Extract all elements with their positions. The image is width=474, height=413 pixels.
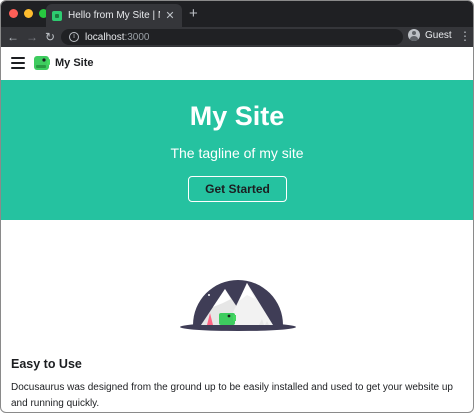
reload-icon[interactable]: ↻ — [43, 30, 57, 44]
back-arrow-icon[interactable]: ← — [6, 30, 20, 44]
profile-label: Guest — [425, 29, 452, 41]
browser-tab[interactable]: Hello from My Site | My Site ✕ — [46, 4, 182, 27]
get-started-button[interactable]: Get Started — [188, 176, 287, 202]
hero-tagline: The tagline of my site — [170, 145, 304, 161]
favicon-icon — [52, 10, 62, 21]
minimize-window-button[interactable] — [24, 9, 33, 18]
menu-icon[interactable] — [11, 57, 25, 69]
address-bar[interactable]: i localhost:3000 — [61, 29, 403, 45]
new-tab-icon[interactable]: + — [189, 6, 198, 21]
more-menu-icon[interactable]: ⋮ — [459, 29, 471, 43]
feature-description: Docusaurus was designed from the ground … — [11, 382, 453, 409]
site-logo-icon[interactable] — [33, 55, 51, 71]
mountain-dinosaur-illustration — [180, 272, 296, 331]
tab-title: Hello from My Site | My Site — [68, 10, 160, 21]
tab-close-icon[interactable]: ✕ — [164, 9, 176, 22]
browser-window: Hello from My Site | My Site ✕ + ← → ↻ i… — [0, 0, 474, 413]
hero-title: My Site — [189, 101, 285, 131]
avatar-icon — [408, 29, 420, 41]
window-controls — [9, 9, 48, 18]
feature-title: Easy to Use — [11, 357, 82, 371]
forward-arrow-icon[interactable]: → — [25, 30, 39, 44]
profile-button[interactable]: Guest — [408, 29, 452, 41]
hero-banner: My Site The tagline of my site Get Start… — [1, 80, 473, 220]
site-brand[interactable]: My Site — [55, 57, 94, 69]
site-navbar: My Site — [1, 47, 473, 80]
url-host: localhost — [85, 31, 125, 43]
tab-strip: Hello from My Site | My Site ✕ + — [1, 1, 473, 27]
browser-toolbar: ← → ↻ i localhost:3000 Guest ⋮ — [1, 27, 473, 47]
info-icon[interactable]: i — [69, 32, 79, 42]
url-port: :3000 — [124, 31, 150, 43]
close-window-button[interactable] — [9, 9, 18, 18]
